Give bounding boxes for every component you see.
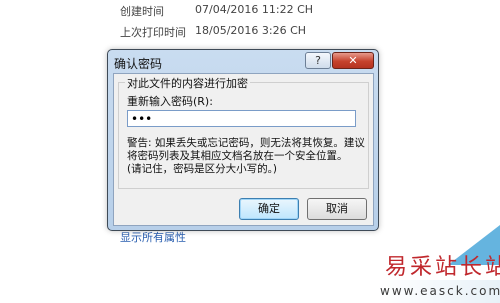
show-all-properties-link[interactable]: 显示所有属性	[120, 229, 186, 245]
confirm-password-dialog: 确认密码 ? ✕ 对此文件的内容进行加密 重新输入密码(R): ••• 警告: …	[107, 49, 379, 231]
group-title: 对此文件的内容进行加密	[125, 75, 250, 91]
ok-button[interactable]: 确定	[239, 198, 299, 220]
watermark-url: www.easck.com	[380, 284, 500, 298]
warning-text: 警告: 如果丢失或忘记密码，则无法将其恢复。建议 将密码列表及其相应文档名放在一…	[127, 137, 365, 176]
warning-line: 警告: 如果丢失或忘记密码，则无法将其恢复。建议	[127, 137, 365, 149]
warning-line: 将密码列表及其相应文档名放在一个安全位置。	[127, 150, 348, 162]
dialog-body: 对此文件的内容进行加密 重新输入密码(R): ••• 警告: 如果丢失或忘记密码…	[113, 73, 374, 226]
dialog-title: 确认密码	[114, 57, 163, 71]
created-label: 创建时间	[120, 5, 164, 18]
password-label: 重新输入密码(R):	[127, 95, 213, 108]
last-printed-label: 上次打印时间	[120, 26, 186, 39]
encrypt-group-box: 对此文件的内容进行加密 重新输入密码(R): ••• 警告: 如果丢失或忘记密码…	[118, 75, 369, 189]
watermark-text: 易采站长站	[385, 255, 500, 280]
close-button[interactable]: ✕	[332, 52, 374, 69]
dialog-title-bar[interactable]: 确认密码 ? ✕	[108, 50, 378, 72]
help-button[interactable]: ?	[305, 52, 331, 69]
created-value: 07/04/2016 11:22 CH	[195, 3, 314, 16]
last-printed-value: 18/05/2016 3:26 CH	[195, 24, 307, 37]
cancel-button[interactable]: 取消	[307, 198, 367, 220]
password-input[interactable]: •••	[127, 110, 356, 127]
warning-line: (请记住，密码是区分大小写的。)	[127, 163, 277, 175]
